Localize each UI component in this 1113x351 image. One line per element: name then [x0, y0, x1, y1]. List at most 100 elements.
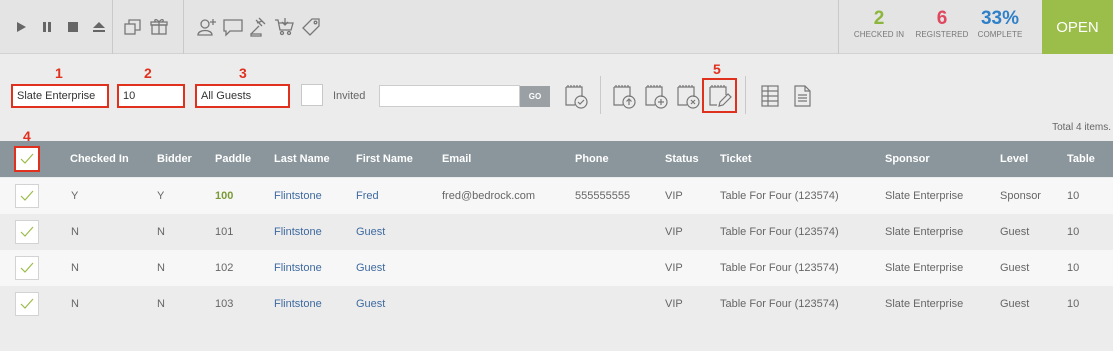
cell-table: 10	[1067, 190, 1080, 202]
col-bidder[interactable]: Bidder	[157, 141, 192, 177]
col-paddle[interactable]: Paddle	[215, 141, 251, 177]
cell-level: Guest	[1000, 298, 1030, 310]
cell-status: VIP	[665, 226, 683, 238]
cell-paddle: 102	[215, 262, 234, 274]
registered-label: REGISTERED	[915, 30, 969, 39]
row-checkbox[interactable]	[15, 292, 39, 316]
add-user-icon[interactable]	[196, 16, 218, 38]
open-button[interactable]: OPEN	[1042, 0, 1113, 54]
cell-bidder: N	[157, 262, 165, 274]
col-level[interactable]: Level	[1000, 141, 1028, 177]
table-row[interactable]: N N 102 Flintstone Guest VIP Table For F…	[0, 250, 1113, 286]
chat-icon[interactable]	[222, 16, 244, 38]
cart-icon[interactable]	[274, 16, 296, 38]
col-table[interactable]: Table	[1067, 141, 1095, 177]
registered-count: 6	[936, 8, 948, 29]
table-row[interactable]: N N 103 Flintstone Guest VIP Table For F…	[0, 286, 1113, 322]
stop-icon[interactable]	[62, 16, 84, 38]
cell-checked-in: N	[71, 262, 79, 274]
registered-stat: 6 REGISTERED	[912, 8, 972, 40]
complete-stat: 33% COMPLETE	[972, 8, 1028, 40]
eject-icon[interactable]	[88, 16, 110, 38]
select-all-checkbox[interactable]	[14, 146, 40, 172]
guest-type-select[interactable]: All Guests	[195, 84, 290, 108]
go-button[interactable]: GO	[520, 86, 550, 107]
search-input[interactable]	[379, 85, 520, 107]
cell-checked-in: N	[71, 298, 79, 310]
col-last-name[interactable]: Last Name	[274, 141, 330, 177]
cell-last-name[interactable]: Flintstone	[274, 250, 322, 286]
cell-sponsor: Slate Enterprise	[885, 190, 964, 202]
cell-bidder: Y	[157, 190, 165, 202]
document-icon[interactable]	[788, 82, 816, 110]
remove-list-icon[interactable]	[674, 82, 702, 110]
upload-list-icon[interactable]	[610, 82, 638, 110]
cell-ticket: Table For Four (123574)	[720, 262, 839, 274]
cell-ticket: Table For Four (123574)	[720, 190, 839, 202]
complete-label: COMPLETE	[977, 30, 1023, 39]
checked-in-stat: 2 CHECKED IN	[848, 8, 910, 40]
col-checked-in[interactable]: Checked In	[70, 141, 129, 177]
col-sponsor[interactable]: Sponsor	[885, 141, 930, 177]
cell-first-name[interactable]: Guest	[356, 214, 385, 250]
col-status[interactable]: Status	[665, 141, 699, 177]
guest-tools	[196, 0, 326, 54]
cell-status: VIP	[665, 190, 683, 202]
col-ticket[interactable]: Ticket	[720, 141, 752, 177]
cell-paddle: 100	[215, 190, 234, 202]
cell-sponsor: Slate Enterprise	[885, 298, 964, 310]
cell-status: VIP	[665, 262, 683, 274]
filter-divider	[745, 76, 746, 114]
col-first-name[interactable]: First Name	[356, 141, 413, 177]
cell-paddle: 101	[215, 226, 234, 238]
row-checkbox[interactable]	[15, 220, 39, 244]
table-header: Checked In Bidder Paddle Last Name First…	[0, 141, 1113, 177]
complete-percent: 33%	[980, 8, 1020, 29]
cell-ticket: Table For Four (123574)	[720, 298, 839, 310]
copy-windows-icon[interactable]	[122, 16, 144, 38]
cell-first-name[interactable]: Fred	[356, 178, 379, 214]
cell-checked-in: N	[71, 226, 79, 238]
cell-paddle: 103	[215, 298, 234, 310]
table-number-field[interactable]: 10	[117, 84, 185, 108]
cell-last-name[interactable]: Flintstone	[274, 286, 322, 322]
invited-checkbox[interactable]	[301, 84, 323, 106]
cell-email: fred@bedrock.com	[442, 190, 536, 202]
checkin-list-icon[interactable]	[562, 82, 590, 110]
edit-list-icon[interactable]	[702, 78, 737, 113]
cell-first-name[interactable]: Guest	[356, 250, 385, 286]
toolbar-divider	[183, 0, 184, 54]
col-email[interactable]: Email	[442, 141, 471, 177]
gift-icon[interactable]	[148, 16, 170, 38]
cell-level: Guest	[1000, 226, 1030, 238]
annotation-badge-3: 3	[239, 65, 247, 81]
cell-ticket: Table For Four (123574)	[720, 226, 839, 238]
row-checkbox[interactable]	[15, 184, 39, 208]
cell-last-name[interactable]: Flintstone	[274, 178, 322, 214]
col-phone[interactable]: Phone	[575, 141, 609, 177]
spreadsheet-icon[interactable]	[756, 82, 784, 110]
annotation-badge-1: 1	[55, 65, 63, 81]
table-row[interactable]: Y Y 100 Flintstone Fred fred@bedrock.com…	[0, 178, 1113, 214]
cell-table: 10	[1067, 298, 1080, 310]
top-toolbar: 2 CHECKED IN 6 REGISTERED 33% COMPLETE O…	[0, 0, 1113, 54]
play-icon[interactable]	[10, 16, 32, 38]
sponsor-select[interactable]: Slate Enterprise	[11, 84, 109, 108]
checked-in-count: 2	[873, 8, 885, 29]
cell-level: Guest	[1000, 262, 1030, 274]
cell-checked-in: Y	[71, 190, 79, 202]
invited-label: Invited	[333, 90, 366, 102]
tag-icon[interactable]	[300, 16, 322, 38]
cell-sponsor: Slate Enterprise	[885, 262, 964, 274]
cell-last-name[interactable]: Flintstone	[274, 214, 322, 250]
item-tools	[122, 0, 174, 54]
cell-status: VIP	[665, 298, 683, 310]
table-row[interactable]: N N 101 Flintstone Guest VIP Table For F…	[0, 214, 1113, 250]
row-checkbox[interactable]	[15, 256, 39, 280]
gavel-icon[interactable]	[248, 16, 270, 38]
add-list-icon[interactable]	[642, 82, 670, 110]
media-controls	[10, 0, 114, 54]
cell-bidder: N	[157, 298, 165, 310]
cell-first-name[interactable]: Guest	[356, 286, 385, 322]
pause-icon[interactable]	[36, 16, 58, 38]
